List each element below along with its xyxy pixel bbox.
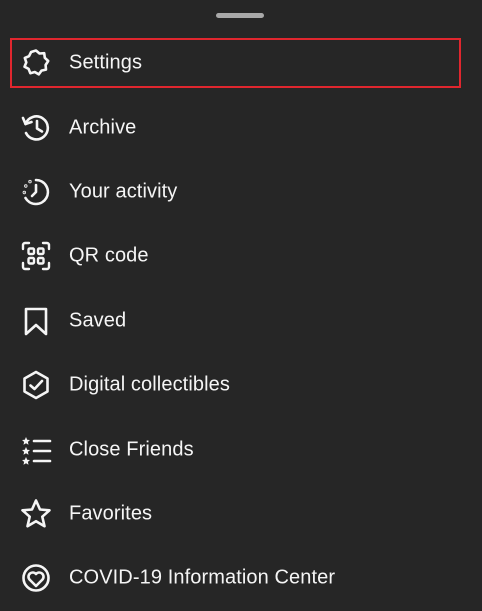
profile-menu: Settings Archive Your activity QR code S… bbox=[0, 31, 482, 611]
menu-item-saved[interactable]: Saved bbox=[0, 289, 482, 353]
menu-item-settings[interactable]: Settings bbox=[0, 31, 482, 95]
shield-check-icon bbox=[19, 368, 53, 402]
menu-item-label: Favorites bbox=[69, 502, 153, 525]
heart-circle-icon bbox=[19, 561, 53, 595]
menu-item-label: COVID-19 Information Center bbox=[69, 566, 336, 589]
activity-clock-icon bbox=[19, 175, 53, 209]
qr-code-icon bbox=[19, 239, 53, 273]
menu-item-label: Settings bbox=[69, 51, 143, 74]
menu-item-qr-code[interactable]: QR code bbox=[0, 224, 482, 288]
bookmark-icon bbox=[19, 304, 53, 338]
menu-item-label: QR code bbox=[69, 244, 149, 267]
menu-item-label: Your activity bbox=[69, 180, 178, 203]
drag-handle[interactable] bbox=[216, 13, 264, 18]
star-icon bbox=[19, 497, 53, 531]
settings-gear-icon bbox=[19, 46, 53, 80]
menu-item-close-friends[interactable]: Close Friends bbox=[0, 417, 482, 481]
menu-item-covid-19-information-center[interactable]: COVID-19 Information Center bbox=[0, 546, 482, 610]
menu-item-label: Saved bbox=[69, 309, 127, 332]
menu-item-archive[interactable]: Archive bbox=[0, 95, 482, 159]
menu-item-favorites[interactable]: Favorites bbox=[0, 482, 482, 546]
archive-history-icon bbox=[19, 111, 53, 145]
menu-item-label: Archive bbox=[69, 116, 137, 139]
menu-item-digital-collectibles[interactable]: Digital collectibles bbox=[0, 353, 482, 417]
menu-item-label: Digital collectibles bbox=[69, 373, 230, 396]
menu-item-label: Close Friends bbox=[69, 438, 194, 461]
menu-item-your-activity[interactable]: Your activity bbox=[0, 160, 482, 224]
star-list-icon bbox=[19, 433, 53, 467]
